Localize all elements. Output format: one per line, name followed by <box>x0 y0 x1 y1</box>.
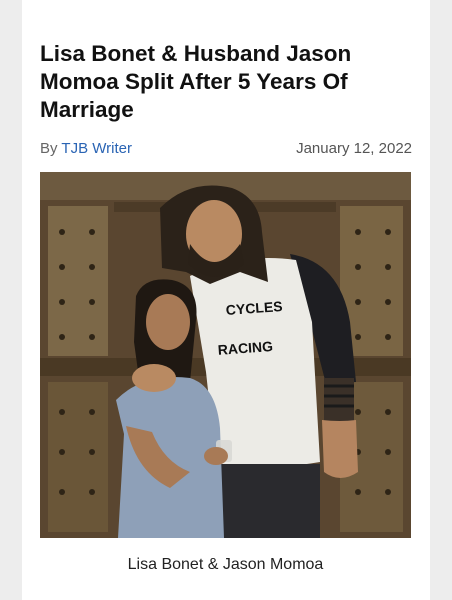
article-headline: Lisa Bonet & Husband Jason Momoa Split A… <box>40 41 352 122</box>
article-byline: By TJB Writer <box>40 140 132 157</box>
article-page: Lisa Bonet & Husband Jason Momoa Split A… <box>22 0 430 600</box>
article-photo[interactable]: CYCLES RACING <box>40 172 411 538</box>
author-link[interactable]: TJB Writer <box>61 140 132 157</box>
publish-date: January 12, 2022 <box>296 140 412 157</box>
photo-caption: Lisa Bonet & Jason Momoa <box>127 556 324 573</box>
byline-prefix: By <box>40 140 58 157</box>
